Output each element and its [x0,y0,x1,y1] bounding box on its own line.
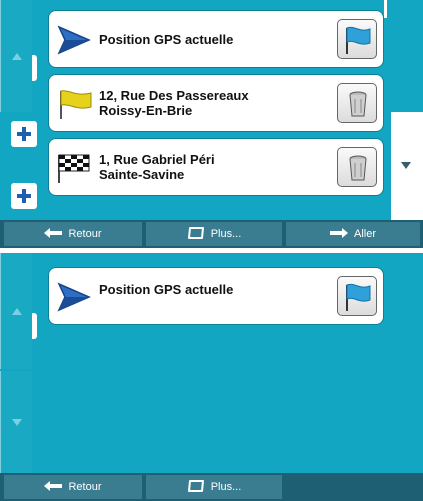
rounded-square-icon [187,479,205,495]
more-button[interactable]: Plus... [146,475,282,499]
arrow-up-icon [11,52,22,60]
bottom-bar: Retour Plus... [0,473,423,501]
back-button[interactable]: Retour [4,475,142,499]
route-point-row[interactable]: Position GPS actuelle [48,10,384,68]
blue-flag-icon [346,283,371,311]
rounded-square-icon [187,226,205,242]
scrollbar-indicator[interactable] [384,0,387,18]
route-point-label: Position GPS actuelle [99,31,234,47]
set-start-flag-button[interactable] [337,276,377,316]
route-planner-screen-single: Position GPS actuelle Retour Plus... [0,253,423,501]
back-button[interactable]: Retour [4,222,142,246]
arrow-left-icon [44,227,63,241]
delete-waypoint-button[interactable] [337,83,377,123]
back-label: Retour [68,228,102,240]
trash-can-icon [349,91,367,117]
set-start-flag-button[interactable] [337,19,377,59]
arrow-down-icon [401,162,411,169]
blue-pennant-icon [55,25,95,55]
scroll-up-button[interactable] [0,0,32,112]
route-point-label: Position GPS actuelle [99,282,234,297]
more-button[interactable]: Plus... [146,222,282,246]
route-point-row[interactable]: 1, Rue Gabriel Péri Sainte-Savine [48,138,384,196]
scroll-down-panel[interactable] [391,112,423,220]
arrow-left-icon [44,480,63,494]
delete-waypoint-button[interactable] [337,147,377,187]
bottom-bar: Retour Plus... Aller [0,220,423,248]
route-planner-screen-full: Position GPS actuelle 12, Rue Des Passer… [0,0,423,248]
scroll-up-button[interactable] [0,253,32,369]
more-label: Plus... [210,481,242,493]
route-point-city: Sainte-Savine [99,167,185,182]
add-waypoint-button[interactable] [11,183,37,209]
more-label: Plus... [210,228,242,240]
route-point-address: 12, Rue Des Passereaux [99,88,249,103]
scroll-down-button[interactable] [0,371,32,473]
trash-can-icon [349,155,367,181]
arrow-down-icon [11,418,22,426]
route-point-address: 1, Rue Gabriel Péri [99,152,215,167]
checkered-flag-icon [55,153,95,183]
go-button[interactable]: Aller [286,222,420,246]
yellow-flag-icon [55,89,95,119]
blue-pennant-icon [55,282,95,312]
route-point-city: Roissy-En-Brie [99,103,193,118]
blue-flag-icon [346,26,371,54]
route-point-row[interactable]: 12, Rue Des Passereaux Roissy-En-Brie [48,74,384,132]
arrow-up-icon [11,307,22,315]
go-label: Aller [353,228,376,240]
arrow-right-icon [329,227,348,241]
back-label: Retour [68,481,102,493]
route-point-row[interactable]: Position GPS actuelle [48,267,384,325]
add-waypoint-button[interactable] [11,121,37,147]
